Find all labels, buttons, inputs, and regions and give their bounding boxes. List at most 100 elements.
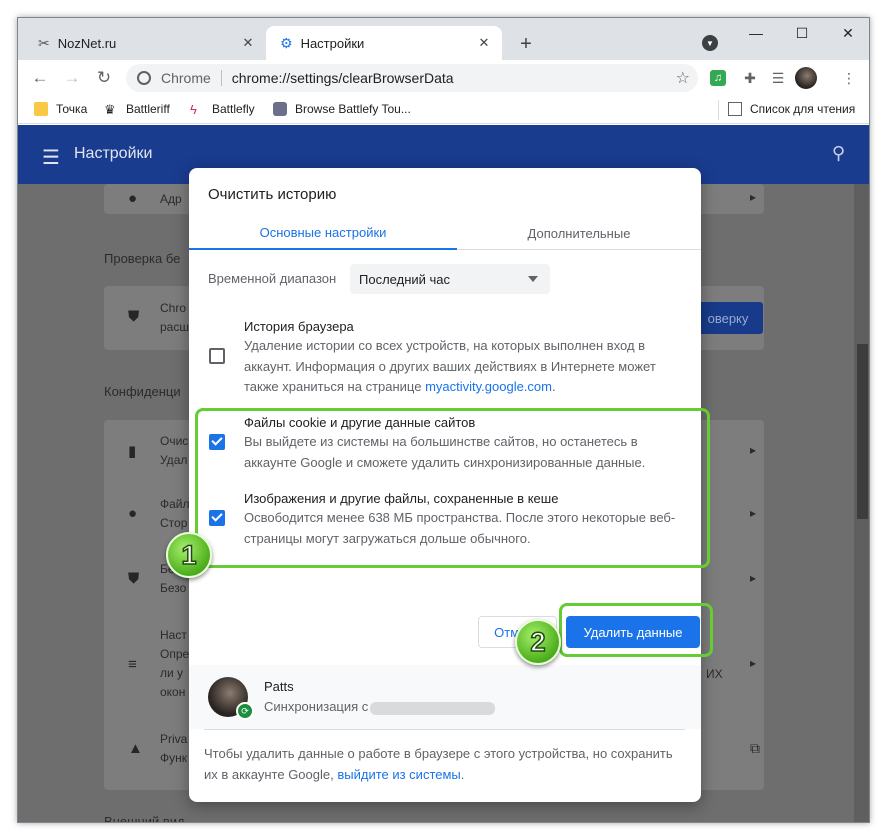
cookie-icon: ● bbox=[128, 505, 138, 522]
forward-icon[interactable]: → bbox=[58, 64, 86, 92]
sliders-icon: ≡ bbox=[128, 656, 137, 673]
blurred-email bbox=[370, 702, 495, 715]
security-shield-icon: ⛊ bbox=[128, 570, 140, 587]
desc-line: также храниться на странице myactivity.g… bbox=[244, 377, 684, 398]
hamburger-menu-icon[interactable]: ☰ bbox=[42, 145, 60, 170]
option-description: Удаление истории со всех устройств, на к… bbox=[244, 336, 684, 398]
option-browsing-history: История браузера Удаление истории со все… bbox=[189, 318, 701, 398]
tab-search-icon[interactable]: ▼ bbox=[702, 35, 718, 51]
chevron-right-icon: ▸ bbox=[750, 190, 757, 204]
flask-icon: ▲ bbox=[128, 740, 143, 757]
battlefy-icon bbox=[273, 102, 287, 116]
highlight-frame-checkboxes bbox=[195, 408, 710, 568]
minimize-button[interactable]: — bbox=[733, 18, 779, 48]
shield-icon: ⛊ bbox=[128, 308, 140, 325]
tab-settings[interactable]: ⚙ Настройки ✕ bbox=[266, 26, 502, 60]
desc-line-text: . bbox=[551, 379, 556, 394]
footer-line: Чтобы удалить данные о работе в браузере… bbox=[204, 746, 673, 761]
reload-icon[interactable]: ↻ bbox=[90, 64, 118, 92]
divider bbox=[204, 729, 685, 730]
tab-advanced[interactable]: Дополнительные bbox=[457, 216, 701, 250]
option-title: История браузера bbox=[244, 319, 354, 334]
settings-row-text: Наст bbox=[160, 628, 187, 642]
close-window-button[interactable]: ✕ bbox=[825, 18, 869, 48]
music-extension-icon[interactable]: ♫ bbox=[710, 70, 726, 86]
location-pin-icon: ● bbox=[128, 190, 138, 207]
settings-title: Настройки bbox=[74, 145, 153, 162]
tab-title: NozNet.ru bbox=[57, 35, 117, 51]
browsing-history-checkbox[interactable] bbox=[209, 348, 225, 364]
new-tab-button[interactable]: + bbox=[514, 32, 538, 56]
divider bbox=[220, 70, 222, 86]
reading-list-icon bbox=[728, 102, 742, 116]
time-range-value: Последний час bbox=[359, 271, 451, 287]
dialog-tabs: Основные настройки Дополнительные bbox=[189, 216, 701, 250]
bookmark-star-icon[interactable]: ☆ bbox=[676, 68, 690, 88]
bookmarks-bar: Точка ♛ Battleriff ϟ Battlefly Browse Ba… bbox=[18, 96, 869, 124]
settings-row-text: Очис bbox=[160, 434, 189, 448]
settings-row-text: окон bbox=[160, 685, 186, 699]
chevron-right-icon: ▸ bbox=[750, 571, 757, 585]
url-text[interactable]: chrome://settings/clearBrowserData bbox=[232, 70, 454, 86]
sign-out-link[interactable]: выйдите из системы bbox=[337, 767, 460, 782]
settings-row-text: Chro bbox=[160, 301, 187, 315]
settings-row-text: ИХ bbox=[706, 667, 723, 681]
settings-row-text: Безо bbox=[160, 581, 187, 595]
dialog-title: Очистить историю bbox=[208, 186, 337, 203]
reading-list-button[interactable]: Список для чтения bbox=[728, 102, 855, 116]
site-name: Chrome bbox=[161, 70, 211, 86]
toolbar: ← → ↻ Chrome chrome://settings/clearBrow… bbox=[18, 60, 869, 96]
close-tab-icon[interactable]: ✕ bbox=[240, 35, 256, 51]
search-icon[interactable]: ⚲ bbox=[832, 143, 845, 164]
folder-icon bbox=[34, 102, 48, 116]
time-range-select[interactable]: Последний час bbox=[350, 264, 550, 294]
sync-status: Синхронизация с bbox=[264, 699, 369, 714]
maximize-button[interactable]: ☐ bbox=[779, 18, 825, 48]
bookmark-item[interactable]: Browse Battlefy Tou... bbox=[273, 102, 411, 116]
tab-basic[interactable]: Основные настройки bbox=[189, 216, 457, 250]
trash-icon: ▮ bbox=[128, 443, 137, 460]
tab-noznet[interactable]: ✂ NozNet.ru ✕ bbox=[24, 26, 266, 60]
profile-avatar[interactable] bbox=[795, 67, 817, 89]
close-tab-icon[interactable]: ✕ bbox=[476, 35, 492, 51]
chevron-right-icon: ▸ bbox=[750, 506, 757, 520]
settings-row-text: Адр bbox=[160, 192, 182, 206]
bookmark-item[interactable]: ϟ Battlefly bbox=[190, 102, 255, 117]
tab-strip: ✂ NozNet.ru ✕ ⚙ Настройки ✕ + ▼ — ☐ ✕ bbox=[18, 18, 869, 60]
sync-icon: ⟳ bbox=[236, 702, 254, 720]
settings-row-text: Файл bbox=[160, 497, 190, 511]
time-range-label: Временной диапазон bbox=[208, 271, 337, 286]
scrollbar[interactable] bbox=[854, 184, 869, 822]
settings-row-text: Стор bbox=[160, 516, 188, 530]
battlefly-icon: ϟ bbox=[190, 102, 197, 117]
settings-row-text: Удал bbox=[160, 453, 188, 467]
desc-line: аккаунт. Информация о других ваших дейст… bbox=[244, 358, 656, 374]
bookmark-label: Battleriff bbox=[126, 102, 170, 116]
footer-line-text: их в аккаунте Google, bbox=[204, 766, 338, 782]
highlight-frame-delete bbox=[559, 603, 713, 657]
desc-line: Удаление истории со всех устройств, на к… bbox=[244, 338, 646, 353]
menu-dots-icon[interactable]: ⋮ bbox=[839, 68, 859, 88]
section-title: Конфиденци bbox=[104, 384, 181, 399]
chrome-icon bbox=[137, 71, 151, 85]
settings-row-text: Опре bbox=[160, 647, 190, 661]
address-bar[interactable]: Chrome chrome://settings/clearBrowserDat… bbox=[126, 64, 698, 92]
settings-row-text: расш bbox=[160, 320, 189, 334]
dropdown-arrow-icon bbox=[528, 276, 538, 282]
chevron-right-icon: ▸ bbox=[750, 656, 757, 670]
section-title: Проверка бе bbox=[104, 251, 181, 266]
bookmark-label: Battlefly bbox=[212, 102, 255, 116]
chevron-right-icon: ▸ bbox=[750, 443, 757, 457]
bookmark-item[interactable]: Точка bbox=[34, 102, 87, 116]
gear-icon: ⚙ bbox=[280, 34, 293, 51]
myactivity-link[interactable]: myactivity.google.com bbox=[425, 379, 552, 394]
bookmark-item[interactable]: ♛ Battleriff bbox=[104, 102, 170, 117]
scrollbar-thumb[interactable] bbox=[857, 344, 868, 519]
extensions-puzzle-icon[interactable]: ✚ bbox=[740, 68, 760, 88]
media-control-icon[interactable]: ☰ bbox=[768, 68, 788, 88]
desc-line-text: также храниться на странице bbox=[244, 379, 426, 394]
divider bbox=[718, 100, 719, 120]
run-check-button: оверку bbox=[693, 302, 763, 334]
back-icon[interactable]: ← bbox=[26, 64, 54, 92]
footer-line-text: . bbox=[460, 766, 465, 782]
